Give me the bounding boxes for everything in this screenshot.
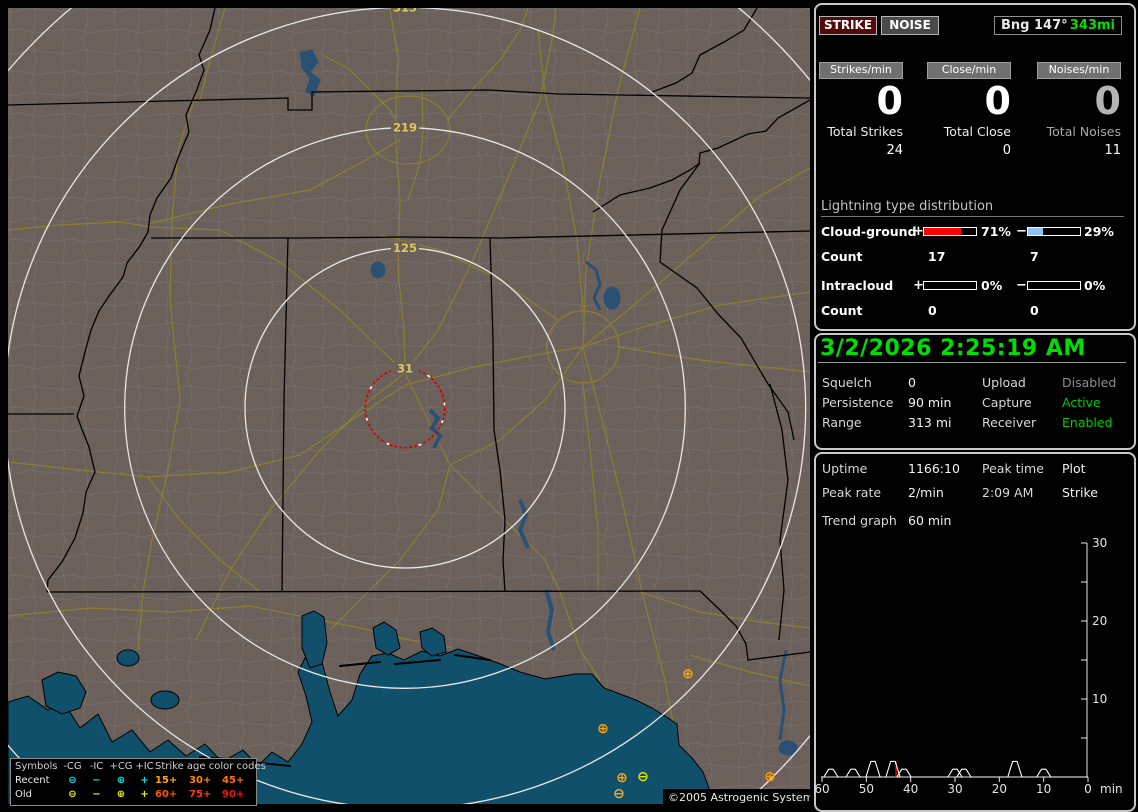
upload-label: Upload <box>982 375 1026 390</box>
range-label: Range <box>822 415 862 430</box>
lightning-map[interactable]: 31321912531 ⊕⊕⊕⊖⊖⊕ ©2005 Astrogenic Syst… <box>8 8 810 804</box>
total-strikes-value: 24 <box>886 143 903 158</box>
svg-text:50: 50 <box>859 782 874 796</box>
range-value: 313 mi <box>908 415 952 430</box>
ic-count-label: Count <box>821 303 863 318</box>
plot-label: Plot <box>1062 461 1086 476</box>
strike-symbol-+CG: ⊕ <box>764 769 776 785</box>
svg-text:0: 0 <box>1084 782 1092 796</box>
svg-text:10: 10 <box>1036 782 1051 796</box>
svg-text:60: 60 <box>814 782 829 796</box>
datetime-display: 3/2/2026 2:25:19 AM <box>820 336 1086 361</box>
legend-row-recent: Recent ⊖ − ⊕ +15+ 30+ 45+ <box>15 774 245 786</box>
close-per-min-chip[interactable]: Close/min <box>927 62 1011 79</box>
receiver-label: Receiver <box>982 415 1037 430</box>
persistence-label: Persistence <box>822 395 894 410</box>
bearing-distance: 343mi <box>1069 18 1115 33</box>
squelch-label: Squelch <box>822 375 872 390</box>
plot-mode-value: Strike <box>1062 485 1098 500</box>
strikes-per-min-value: 0 <box>876 79 903 123</box>
total-close-label: Total Close <box>943 124 1011 139</box>
upload-status: Disabled <box>1062 375 1117 390</box>
persistence-value: 90 min <box>908 395 952 410</box>
ic-plus-bar <box>923 281 977 290</box>
svg-text:20: 20 <box>992 782 1007 796</box>
trend-graph: 10 20 30 60 50 40 30 20 10 0 min <box>814 536 1123 796</box>
legend-header: Symbols -CG -IC +CG +IC Strike age color… <box>15 760 266 772</box>
total-noises-label: Total Noises <box>1046 124 1121 139</box>
cg-minus-pct: 29% <box>1084 224 1114 239</box>
legend-symbols-title: Symbols <box>15 760 58 772</box>
trend-graph-label: Trend graph <box>822 513 897 528</box>
total-strikes-label: Total Strikes <box>827 124 903 139</box>
cg-minus-bar <box>1027 227 1081 236</box>
map-container: 31321912531 ⊕⊕⊕⊖⊖⊕ ©2005 Astrogenic Syst… <box>8 8 810 806</box>
strike-symbol-+CG: ⊕ <box>682 666 694 682</box>
strike-symbol--CG: ⊖ <box>637 769 649 785</box>
svg-text:20: 20 <box>1092 614 1107 628</box>
legend-row-old: Old ⊖ − ⊕ +60+ 75+ 90+ <box>15 788 245 800</box>
uptime-label: Uptime <box>822 461 868 476</box>
squelch-value: 0 <box>908 375 916 390</box>
cg-plus-bar <box>923 227 977 236</box>
datetime-divider <box>818 362 1126 363</box>
cg-count-label: Count <box>821 249 863 264</box>
ic-minus-pct: 0% <box>1084 278 1106 293</box>
peak-rate-label: Peak rate <box>822 485 882 500</box>
legend-age-title: Strike age color codes <box>155 760 266 772</box>
distribution-heading: Lightning type distribution <box>821 199 1124 217</box>
noise-button[interactable]: NOISE <box>881 16 939 35</box>
svg-text:10: 10 <box>1092 692 1107 706</box>
capture-label: Capture <box>982 395 1032 410</box>
bearing-value: Bng 147° <box>1001 18 1068 33</box>
svg-text:313: 313 <box>393 8 417 14</box>
svg-text:30: 30 <box>1092 536 1107 550</box>
peak-time-label: Peak time <box>982 461 1044 476</box>
cloud-ground-label: Cloud-ground <box>821 224 917 239</box>
strikes-per-min-chip[interactable]: Strikes/min <box>819 62 903 79</box>
status-panel: STRIKE NOISE Bng 147° 343mi Strikes/min … <box>812 0 1138 812</box>
ic-minus-count: 0 <box>1030 303 1039 318</box>
close-per-min-value: 0 <box>984 79 1011 123</box>
ic-plus-count: 0 <box>928 303 937 318</box>
cg-plus-count: 17 <box>928 249 946 264</box>
capture-status: Active <box>1062 395 1101 410</box>
svg-text:219: 219 <box>393 121 417 135</box>
symbols-legend: Symbols -CG -IC +CG +IC Strike age color… <box>10 758 266 806</box>
strike-symbol-+CG: ⊕ <box>616 770 628 786</box>
copyright-text: ©2005 Astrogenic Systems <box>668 791 810 804</box>
receiver-status: Enabled <box>1062 415 1113 430</box>
ic-plus-pct: 0% <box>981 278 1003 293</box>
svg-text:30: 30 <box>947 782 962 796</box>
minus-sign: − <box>1016 278 1027 293</box>
strike-symbol--CG: ⊖ <box>613 786 625 802</box>
noises-column: Noises/min 0 Total Noises 11 <box>1037 62 1121 158</box>
peak-time-value: 2:09 AM <box>982 485 1034 500</box>
total-close-value: 0 <box>1002 143 1011 158</box>
copyright-bar: ©2005 Astrogenic Systems <box>663 789 810 804</box>
intracloud-label: Intracloud <box>821 278 894 293</box>
cg-plus-pct: 71% <box>981 224 1011 239</box>
cg-minus-count: 7 <box>1030 249 1039 264</box>
peak-rate-value: 2/min <box>908 485 944 500</box>
noises-per-min-value: 0 <box>1094 79 1121 123</box>
bearing-readout: Bng 147° 343mi <box>994 16 1122 35</box>
close-column: Close/min 0 Total Close 0 <box>927 62 1011 158</box>
svg-text:40: 40 <box>903 782 918 796</box>
minus-sign: − <box>1016 224 1027 239</box>
strike-symbol-+CG: ⊕ <box>597 721 609 737</box>
trend-graph-window: 60 min <box>908 513 952 528</box>
uptime-value: 1166:10 <box>908 461 960 476</box>
svg-text:31: 31 <box>397 361 413 375</box>
noises-per-min-chip[interactable]: Noises/min <box>1037 62 1121 79</box>
ic-minus-bar <box>1027 281 1081 290</box>
svg-text:125: 125 <box>393 241 417 255</box>
strike-button[interactable]: STRIKE <box>819 16 877 35</box>
nexstorm-window: 31321912531 ⊕⊕⊕⊖⊖⊕ ©2005 Astrogenic Syst… <box>0 0 1138 812</box>
total-noises-value: 11 <box>1104 143 1121 158</box>
svg-text:min: min <box>1100 782 1123 796</box>
strikes-column: Strikes/min 0 Total Strikes 24 <box>819 62 903 158</box>
